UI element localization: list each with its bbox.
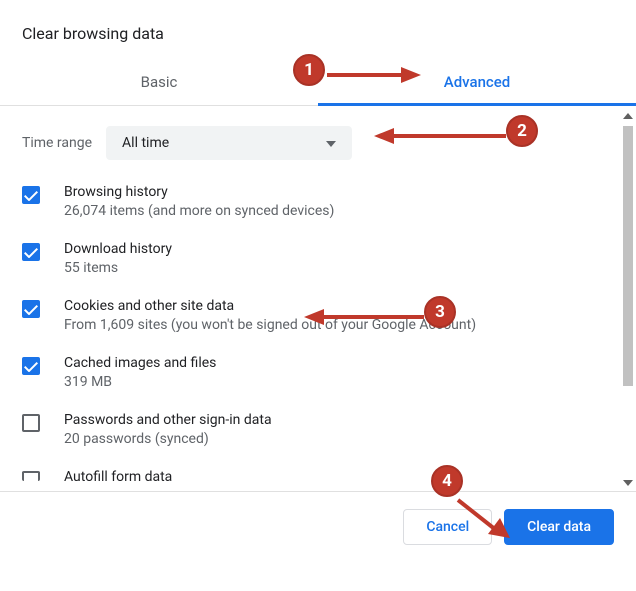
divider	[0, 491, 636, 492]
item-subtitle: 26,074 items (and more on synced devices…	[64, 203, 334, 219]
list-item: Cached images and files 319 MB	[22, 355, 614, 390]
dialog-title: Clear browsing data	[0, 0, 636, 61]
item-subtitle: From 1,609 sites (you won't be signed ou…	[64, 317, 476, 333]
tab-advanced[interactable]: Advanced	[318, 61, 636, 105]
list-item: Passwords and other sign-in data 20 pass…	[22, 412, 614, 447]
content-pane: Time range All time Browsing history 26,…	[0, 106, 636, 491]
item-title: Autofill form data	[64, 469, 172, 485]
list-item: Download history 55 items	[22, 241, 614, 276]
scroll-up-button[interactable]	[620, 108, 636, 124]
clear-data-button[interactable]: Clear data	[504, 509, 614, 545]
tab-basic[interactable]: Basic	[0, 61, 318, 105]
list-item: Autofill form data	[22, 469, 614, 488]
chevron-down-icon	[326, 135, 336, 151]
tabs: Basic Advanced	[0, 61, 636, 106]
time-range-value: All time	[122, 135, 169, 151]
checkbox-download-history[interactable]	[22, 243, 40, 261]
time-range-select[interactable]: All time	[106, 126, 352, 160]
item-title: Cached images and files	[64, 355, 216, 371]
item-title: Download history	[64, 241, 172, 257]
item-title: Passwords and other sign-in data	[64, 412, 272, 428]
checkbox-browsing-history[interactable]	[22, 186, 40, 204]
scroll-down-button[interactable]	[620, 475, 636, 491]
time-range-row: Time range All time	[22, 126, 614, 160]
item-subtitle: 20 passwords (synced)	[64, 431, 272, 447]
checkbox-autofill[interactable]	[22, 471, 40, 481]
time-range-label: Time range	[22, 135, 92, 151]
scrollbar[interactable]	[620, 108, 636, 491]
list-item: Browsing history 26,074 items (and more …	[22, 184, 614, 219]
footer: Cancel Clear data	[0, 491, 636, 563]
item-title: Browsing history	[64, 184, 334, 200]
scroll-thumb[interactable]	[623, 126, 633, 386]
cancel-button[interactable]: Cancel	[403, 509, 492, 545]
checkbox-passwords[interactable]	[22, 414, 40, 432]
item-title: Cookies and other site data	[64, 298, 476, 314]
item-subtitle: 55 items	[64, 260, 172, 276]
checkbox-cached[interactable]	[22, 357, 40, 375]
list-item: Cookies and other site data From 1,609 s…	[22, 298, 614, 333]
checkbox-cookies[interactable]	[22, 300, 40, 318]
item-subtitle: 319 MB	[64, 374, 216, 390]
